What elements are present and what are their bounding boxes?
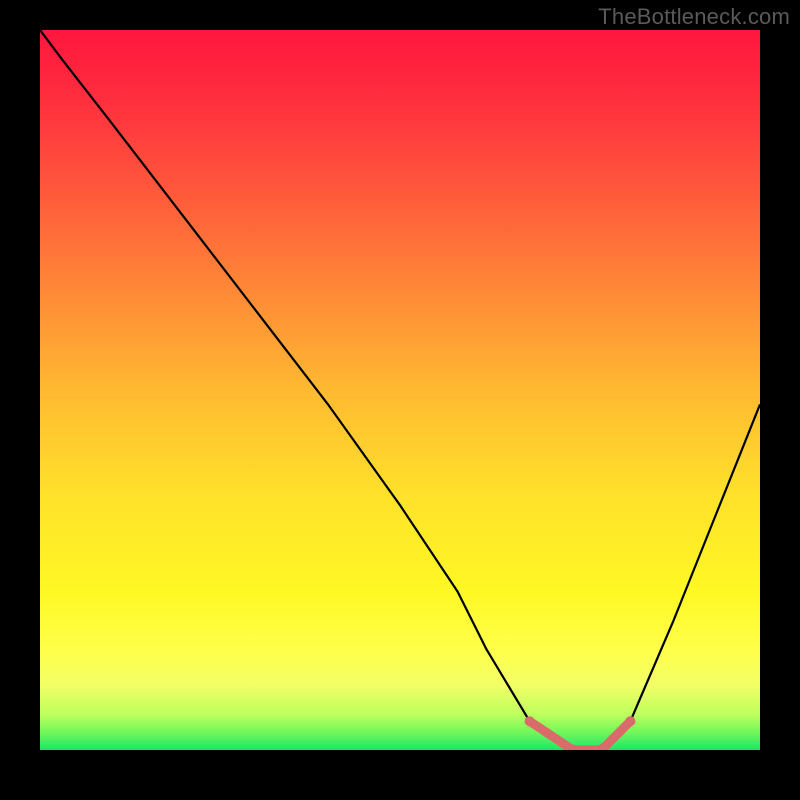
plot-area — [40, 30, 760, 750]
gradient-background — [40, 30, 760, 750]
highlight-dot-right — [625, 716, 635, 726]
chart-svg — [40, 30, 760, 750]
chart-frame: TheBottleneck.com — [0, 0, 800, 800]
highlight-dot-left — [525, 716, 535, 726]
watermark-text: TheBottleneck.com — [598, 4, 790, 30]
